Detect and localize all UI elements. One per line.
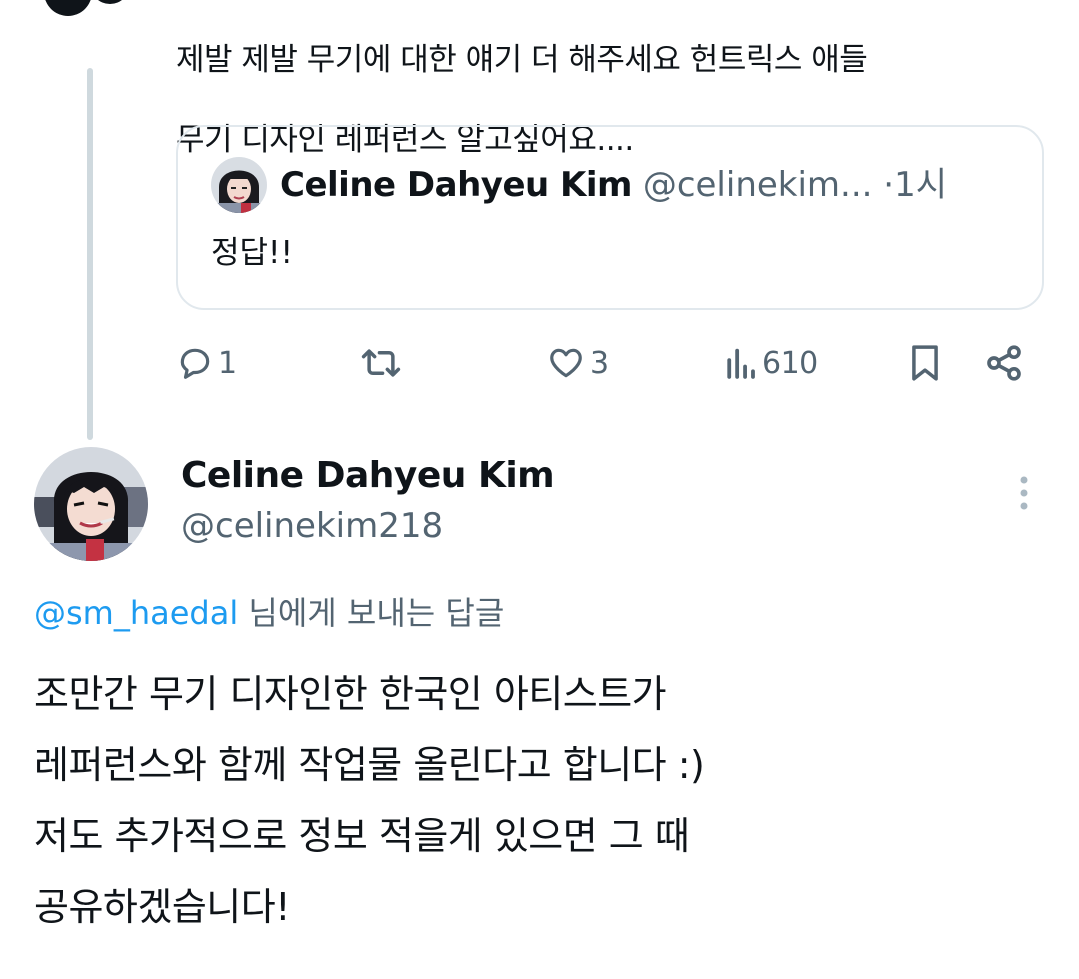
reply-tweet-line: 조만간 무기 디자인한 한국인 아티스트가 [34,672,667,716]
quoted-tweet-display-name[interactable]: Celine Dahyeu Kim [280,165,633,205]
share-action-button[interactable] [984,340,1024,386]
retweet-action-button[interactable] [358,340,404,386]
vertical-dots-icon[interactable] [1010,474,1038,514]
reply-author-handle[interactable]: @celinekim218 [181,505,443,547]
parent-avatar[interactable] [40,0,140,22]
quoted-tweet-text: 정답!! [211,235,293,271]
reply-author-display-name[interactable]: Celine Dahyeu Kim [181,454,555,498]
reply-tweet-line: 저도 추가적으로 정보 적을게 있으면 그 때 [34,814,690,858]
retweet-icon [358,344,404,382]
view-count: 610 [762,345,818,381]
reply-tweet-line: 레퍼런스와 함께 작업물 올린다고 합니다 :) [34,743,705,787]
bookmark-icon [906,342,944,384]
speech-bubble-icon [176,344,214,382]
thread-connector-line [87,68,93,440]
bar-chart-icon [722,344,758,382]
reply-tweet-text: 조만간 무기 디자인한 한국인 아티스트가 레퍼런스와 함께 작업물 올린다고 … [34,667,1054,951]
views-action-button[interactable]: 610 [722,340,818,386]
reply-author-avatar[interactable] [34,447,148,561]
like-action-button[interactable]: 3 [546,340,609,386]
reply-action-button[interactable]: 1 [176,340,237,386]
heart-icon [546,344,586,382]
quoted-tweet-header: Celine Dahyeu Kim @celinekim... ·1시 [280,165,947,205]
quoted-tweet-time[interactable]: 1시 [894,165,947,205]
quoted-tweet-separator: · [883,165,895,205]
replying-to-suffix: 님에게 보내는 답글 [248,594,505,632]
quoted-tweet-card[interactable]: Celine Dahyeu Kim @celinekim... ·1시 정답!! [176,125,1044,310]
parent-tweet-line: 제발 제발 무기에 대한 얘기 더 해주세요 헌트릭스 애들 [176,42,868,78]
reply-count: 1 [218,345,237,381]
share-icon [984,343,1024,383]
quoted-tweet-handle[interactable]: @celinekim... [643,165,873,205]
bookmark-action-button[interactable] [906,340,944,386]
replying-to-mention-link[interactable]: @sm_haedal [34,594,238,632]
replying-to-line: @sm_haedal 님에게 보내는 답글 [34,593,504,633]
like-count: 3 [590,345,609,381]
quoted-tweet-avatar[interactable] [211,157,267,213]
reply-tweet-line: 공유하겠습니다! [34,885,290,929]
